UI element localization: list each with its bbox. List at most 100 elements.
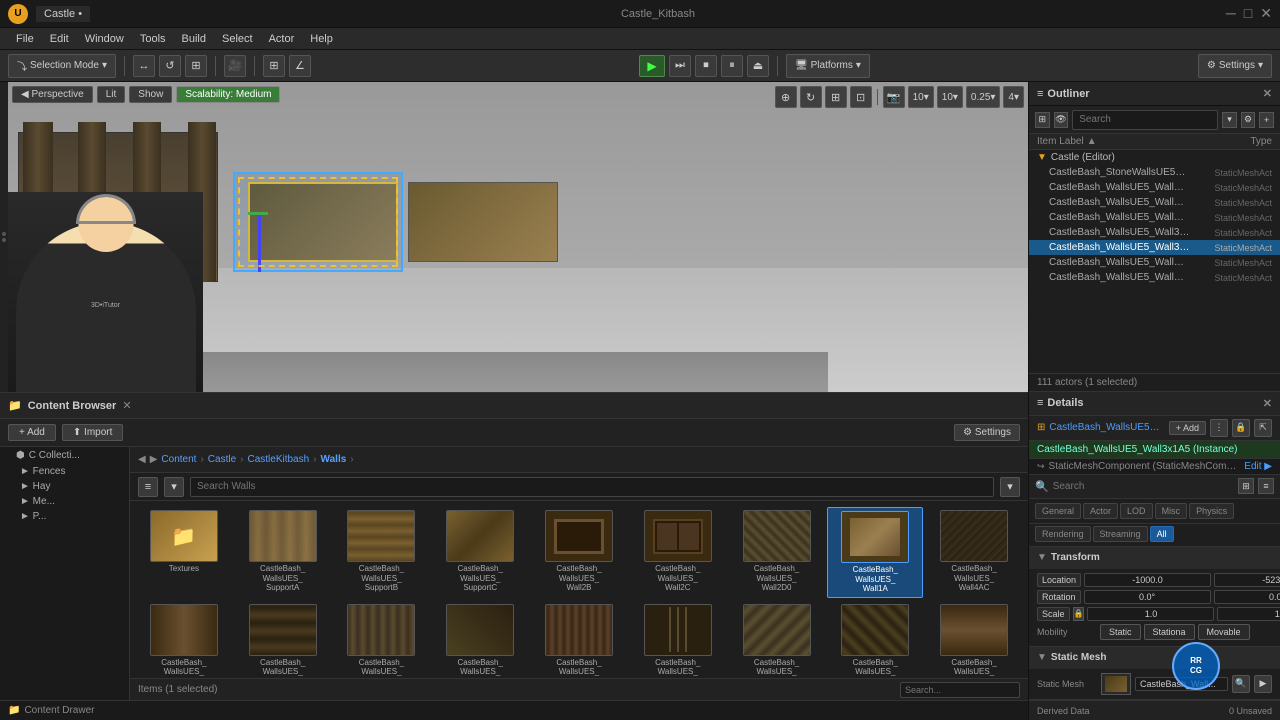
outliner-item[interactable]: CastleBash_StoneWallsUE5_Stai StaticMesh…: [1029, 165, 1280, 180]
tab-castle[interactable]: Castle •: [36, 6, 90, 22]
outliner-item[interactable]: CastleBash_WallsUE5_Wall2x2D StaticMeshA…: [1029, 255, 1280, 270]
breadcrumb-walls[interactable]: Walls: [321, 454, 347, 465]
outliner-filter-icon[interactable]: ⊞: [1035, 112, 1050, 128]
scale-tool-btn[interactable]: ⊞: [825, 86, 847, 108]
filter-all[interactable]: All: [1150, 526, 1174, 542]
location-y[interactable]: [1214, 573, 1280, 587]
translate-tool-btn[interactable]: ⊕: [775, 86, 797, 108]
details-close-btn[interactable]: ✕: [1263, 397, 1272, 410]
camera-speed-btn[interactable]: 📷: [883, 86, 905, 108]
filter-options-btn[interactable]: ▾: [164, 477, 184, 497]
settings-btn[interactable]: ⚙ Settings ▾: [1198, 54, 1272, 78]
outliner-item[interactable]: CastleBash_WallsUE5_Wall3x1A StaticMeshA…: [1029, 210, 1280, 225]
outliner-eye-icon[interactable]: 👁: [1054, 112, 1069, 128]
details-search-input[interactable]: [1053, 477, 1234, 495]
list-item[interactable]: CastleBash_WallsUES_Wall3D: [926, 601, 1022, 678]
breadcrumb-content[interactable]: Content: [161, 454, 196, 465]
grid-snap-btn[interactable]: ⊞: [263, 55, 285, 77]
details-expand-btn[interactable]: ⇱: [1254, 419, 1272, 437]
list-item[interactable]: CastleBash_WallsUES_Wall2B: [630, 601, 726, 678]
scale-lock-btn[interactable]: 🔒: [1073, 607, 1085, 621]
stop-btn[interactable]: ⏹: [695, 55, 717, 77]
outliner-item[interactable]: CastleBash_WallsUE5_Wall3x1A1 StaticMesh…: [1029, 225, 1280, 240]
eject-btn[interactable]: ⏏: [747, 55, 769, 77]
rotation-x[interactable]: [1084, 590, 1211, 604]
sidebar-folder-me[interactable]: ► Me...: [0, 494, 129, 509]
rotate-btn[interactable]: ↺: [159, 55, 181, 77]
bottom-search-input[interactable]: [900, 682, 1020, 698]
scalability-btn[interactable]: Scalability: Medium: [176, 86, 280, 103]
add-btn[interactable]: + Add: [8, 424, 56, 441]
selection-mode-btn[interactable]: ⤵ Selection Mode ▾: [8, 54, 116, 78]
filter-physics[interactable]: Physics: [1189, 503, 1234, 519]
breadcrumb-forward-icon[interactable]: ▶: [150, 454, 158, 465]
location-dropdown[interactable]: Location: [1037, 573, 1081, 587]
snap-grid-num[interactable]: 10▾: [908, 86, 934, 108]
sidebar-folder-fences[interactable]: ► Fences: [0, 464, 129, 479]
play-btn[interactable]: ▶: [639, 55, 665, 77]
platforms-btn[interactable]: 🖥 Platforms ▾: [786, 54, 870, 78]
menu-actor[interactable]: Actor: [261, 31, 303, 47]
filter-streaming[interactable]: Streaming: [1093, 526, 1148, 542]
outliner-add-icon[interactable]: +: [1259, 112, 1274, 128]
breadcrumb-castle[interactable]: Castle: [208, 454, 236, 465]
close-btn[interactable]: ✕: [1260, 5, 1272, 22]
transform-tool-btn[interactable]: ⊡: [850, 86, 872, 108]
snap-scale-num[interactable]: 0.25▾: [966, 86, 1000, 108]
import-btn[interactable]: ⬆ Import: [62, 424, 124, 441]
list-item[interactable]: CastleBash_WallsUES_Wall3E: [827, 601, 923, 678]
outliner-search-options[interactable]: ▾: [1222, 112, 1237, 128]
rotate-tool-btn[interactable]: ↻: [800, 86, 822, 108]
rotation-dropdown[interactable]: Rotation: [1037, 590, 1081, 604]
viewport[interactable]: 3D•iTutor ◀ Perspective Lit Show: [0, 82, 1028, 392]
menu-window[interactable]: Window: [77, 31, 132, 47]
outliner-item[interactable]: CastleBash_WallsUE5_Wall2x2D StaticMeshA…: [1029, 195, 1280, 210]
details-view-options[interactable]: ⊞: [1238, 478, 1254, 494]
search-walls-input[interactable]: [190, 477, 994, 497]
derived-data-label[interactable]: Derived Data: [1037, 706, 1090, 716]
static-mesh-arrow-btn[interactable]: ▶: [1254, 675, 1272, 693]
details-add-btn[interactable]: + Add: [1169, 421, 1206, 435]
outliner-item[interactable]: CastleBash_WallsUE5_Wall2x2B StaticMeshA…: [1029, 180, 1280, 195]
list-item[interactable]: CastleBash_WallsUES_Wall2D: [531, 601, 627, 678]
list-item[interactable]: CastleBash_WallsUES_Wall2D0: [729, 507, 825, 598]
filter-rendering[interactable]: Rendering: [1035, 526, 1091, 542]
filter-btn[interactable]: ≡: [138, 477, 158, 497]
mobility-movable-btn[interactable]: Movable: [1198, 624, 1250, 640]
camera-btn[interactable]: 🎥: [224, 55, 246, 77]
transform-header[interactable]: ▼ Transform: [1029, 547, 1280, 569]
list-item[interactable]: CastleBash_WallsUES_Wall2B: [531, 507, 627, 598]
cb-settings-btn[interactable]: ⚙ Settings: [954, 424, 1020, 441]
sidebar-folder-p[interactable]: ► P...: [0, 509, 129, 524]
sidebar-folder-hay[interactable]: ► Hay: [0, 479, 129, 494]
details-lock-btn[interactable]: 🔒: [1232, 419, 1250, 437]
scale-btn[interactable]: ⊞: [185, 55, 207, 77]
step-btn[interactable]: ⏭: [669, 55, 691, 77]
list-item[interactable]: CastleBash_WallsUES_SupportC: [432, 507, 528, 598]
maximize-btn[interactable]: □: [1244, 5, 1252, 22]
snap-rot-num[interactable]: 10▾: [937, 86, 963, 108]
filter-lod[interactable]: LOD: [1120, 503, 1153, 519]
list-item[interactable]: CastleBash_WallsUES_SupportB: [334, 507, 430, 598]
asset-textures[interactable]: 📁 Textures: [136, 507, 232, 598]
menu-edit[interactable]: Edit: [42, 31, 77, 47]
details-filter-icon[interactable]: ≡: [1258, 478, 1274, 494]
filter-misc[interactable]: Misc: [1155, 503, 1188, 519]
filter-general[interactable]: General: [1035, 503, 1081, 519]
outliner-item-selected[interactable]: CastleBash_WallsUE5_Wall3x1A1 StaticMesh…: [1029, 240, 1280, 255]
transform-gizmo-btn[interactable]: ↔: [133, 55, 155, 77]
outliner-root[interactable]: ▼ Castle (Editor): [1029, 150, 1280, 165]
viewport-show-btn[interactable]: Show: [129, 86, 172, 103]
item-label-col[interactable]: Item Label: [1037, 136, 1084, 147]
filter-actor[interactable]: Actor: [1083, 503, 1118, 519]
list-item[interactable]: CastleBash_WallsUES_Wall3E: [729, 601, 825, 678]
menu-file[interactable]: File: [8, 31, 42, 47]
content-browser-tab-close[interactable]: ✕: [122, 399, 131, 412]
scale-x[interactable]: [1087, 607, 1214, 621]
location-x[interactable]: [1084, 573, 1211, 587]
rotation-y[interactable]: [1214, 590, 1280, 604]
sidebar-collections[interactable]: ⬢C Collecti...: [0, 447, 129, 464]
search-dropdown-btn[interactable]: ▾: [1000, 477, 1020, 497]
viewport-lit-btn[interactable]: Lit: [97, 86, 126, 103]
content-drawer-label[interactable]: Content Drawer: [24, 705, 94, 716]
